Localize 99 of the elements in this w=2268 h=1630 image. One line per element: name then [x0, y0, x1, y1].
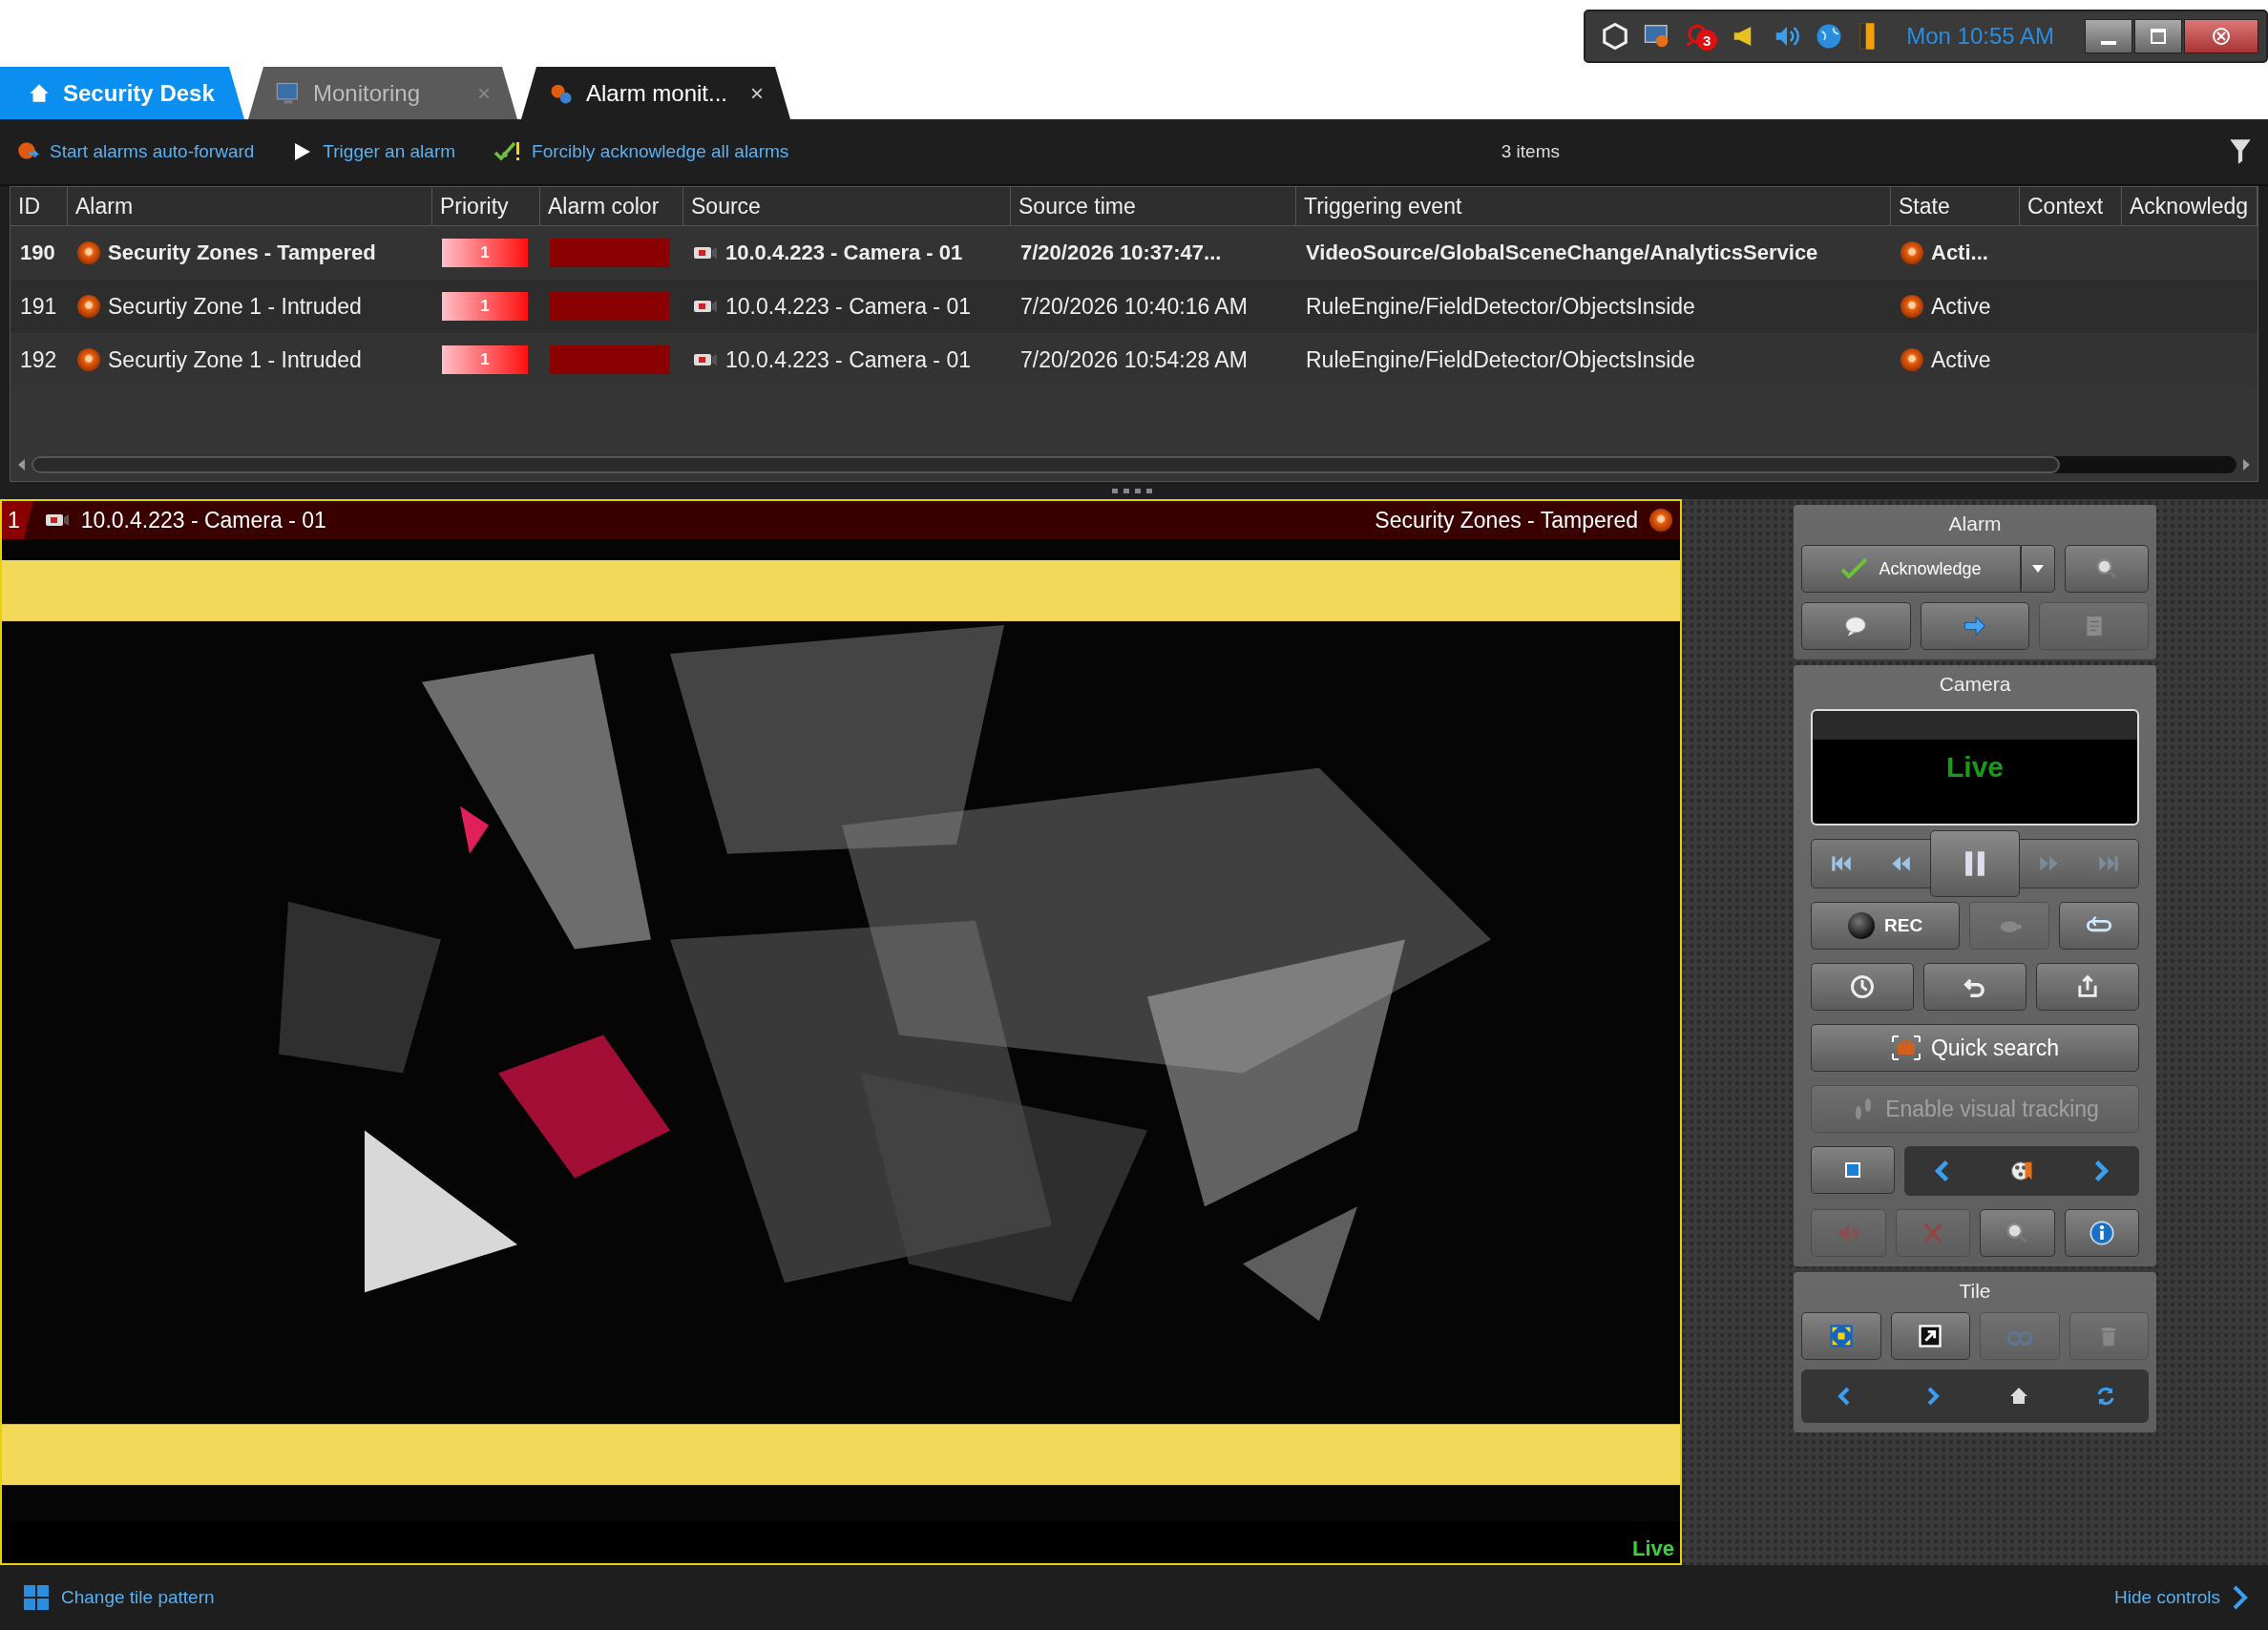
undo-button[interactable]	[1923, 963, 2026, 1011]
dropdown-button[interactable]	[2021, 545, 2055, 593]
table-cell-text: VideoSource/GlobalSceneChange/AnalyticsService	[1305, 240, 1819, 266]
column-header[interactable]: Acknowledg	[2122, 187, 2258, 225]
item-count: 3 items	[1501, 141, 1560, 162]
hide-controls-link[interactable]: Hide controls	[2114, 1584, 2249, 1611]
change-tile-pattern-link[interactable]: Change tile pattern	[23, 1584, 215, 1611]
table-cell: Securtiy Zone 1 - Intruded	[108, 346, 362, 373]
chevron-right-icon	[2232, 1584, 2249, 1611]
notification-badge: 3	[1696, 30, 1718, 51]
search-button[interactable]	[1980, 1209, 2055, 1257]
table-cell-text: RuleEngine/FieldDetector/ObjectsInside	[1305, 292, 1696, 321]
close-tab-button[interactable]: ×	[750, 79, 764, 107]
siren-icon	[1900, 241, 1923, 264]
table-cell-text: 191	[19, 292, 58, 321]
expand-button[interactable]	[1801, 1312, 1881, 1360]
tab[interactable]: Monitoring ×	[248, 67, 517, 119]
column-header[interactable]: Alarm	[68, 187, 432, 225]
panel-title: Tile	[1958, 1279, 1992, 1303]
table-cell-text: 7/20/2026 10:54:28 AM	[1019, 345, 1249, 374]
info-button[interactable]	[2064, 1209, 2139, 1257]
priority-badge: 1	[442, 239, 528, 267]
table-cell-text: 7/20/2026 10:40:16 AM	[1019, 292, 1249, 321]
tile-alarm: Security Zones - Tampered	[1375, 507, 1638, 533]
siren-icon	[77, 348, 100, 371]
table-cell: Security Zones - Tampered	[108, 240, 376, 265]
column-header[interactable]: Alarm color	[540, 187, 683, 225]
siren-icon	[1900, 348, 1923, 371]
toolbar-link[interactable]: Start alarms auto-forward	[15, 139, 255, 164]
close-button[interactable]	[2184, 19, 2258, 53]
record-button[interactable]: REC	[1811, 902, 1961, 950]
popout-icon	[1917, 1323, 1944, 1349]
toolbar-link[interactable]: Trigger an alarm	[292, 140, 456, 163]
scroll-right-icon[interactable]	[2242, 458, 2252, 471]
close-icon	[2212, 27, 2231, 46]
caret-icon	[2031, 564, 2045, 574]
camera-icon	[44, 512, 70, 529]
toolbar-link[interactable]: Forcibly acknowledge all alarms	[494, 139, 789, 164]
info-icon	[2088, 1220, 2115, 1246]
app-icon[interactable]	[1601, 22, 1630, 51]
clock-text: Mon 10:55 AM	[1906, 23, 2054, 50]
scroll-left-icon[interactable]	[16, 458, 26, 471]
acknowledge-button[interactable]: Acknowledge	[1801, 545, 2021, 593]
siren-icon	[77, 295, 100, 318]
clock-icon	[1849, 973, 1876, 1000]
table-cell-text: 192	[19, 345, 58, 374]
table-cell-text: RuleEngine/FieldDetector/ObjectsInside	[1305, 345, 1696, 374]
siren-icon	[1900, 295, 1923, 318]
table-cell: Active	[1931, 346, 1991, 373]
siren-icon	[1649, 509, 1672, 532]
pause-button[interactable]	[1929, 830, 2021, 897]
quick-search-button[interactable]: Quick search	[1811, 1024, 2139, 1072]
table-cell: 10.0.4.223 - Camera - 01	[725, 293, 971, 320]
table-cell: Acti...	[1931, 240, 1988, 265]
table-cell: 10.0.4.223 - Camera - 01	[725, 346, 971, 373]
tile-number: 1	[2, 501, 33, 539]
column-header[interactable]: Context	[2020, 187, 2122, 225]
camera-icon	[693, 298, 718, 315]
forward-button[interactable]	[1920, 602, 2030, 650]
briefcase-icon	[1890, 1034, 1922, 1061]
table-cell-text: 7/20/2026 10:37:47...	[1019, 240, 1223, 266]
search-button[interactable]	[2065, 545, 2149, 593]
time-button[interactable]	[1811, 963, 1914, 1011]
maximize-icon	[2149, 27, 2168, 46]
panel-title: Alarm	[1947, 512, 2003, 535]
siren-icon	[77, 241, 100, 264]
record-icon	[1848, 912, 1876, 939]
minimize-button[interactable]	[2085, 19, 2132, 53]
column-header[interactable]: ID	[10, 187, 68, 225]
priority-badge: 1	[442, 345, 528, 374]
table-cell: 10.0.4.223 - Camera - 01	[725, 240, 963, 265]
column-header[interactable]: Triggering event	[1296, 187, 1891, 225]
maximize-button[interactable]	[2134, 19, 2182, 53]
expand-icon	[1827, 1323, 1855, 1349]
camera-icon	[693, 244, 718, 261]
filter-icon[interactable]	[2228, 137, 2253, 166]
popout-button[interactable]	[1890, 1312, 1970, 1360]
camera-icon	[693, 351, 718, 368]
loop-button[interactable]	[2059, 902, 2139, 950]
check-icon	[1840, 556, 1870, 581]
snapshot-button[interactable]	[1811, 1146, 1895, 1194]
table-cell-text: 190	[19, 240, 56, 266]
playback-display: Live	[1811, 709, 2139, 825]
panel-title: Camera	[1938, 672, 2012, 696]
priority-badge: 1	[442, 292, 528, 321]
comment-button[interactable]	[1801, 602, 1911, 650]
tile-source: 10.0.4.223 - Camera - 01	[80, 507, 326, 533]
table-cell: Active	[1931, 293, 1991, 320]
column-header[interactable]: Priority	[432, 187, 540, 225]
column-header[interactable]: State	[1891, 187, 2020, 225]
grid-icon	[23, 1584, 50, 1611]
column-header[interactable]: Source	[683, 187, 1011, 225]
tab[interactable]: Alarm monit... ×	[521, 67, 790, 119]
horizontal-scrollbar[interactable]	[32, 456, 2236, 473]
minimize-icon	[2101, 41, 2116, 45]
live-status: Live	[1631, 1536, 1674, 1561]
table-cell: Securtiy Zone 1 - Intruded	[108, 293, 362, 320]
export-button[interactable]	[2036, 963, 2139, 1011]
column-header[interactable]: Source time	[1011, 187, 1296, 225]
